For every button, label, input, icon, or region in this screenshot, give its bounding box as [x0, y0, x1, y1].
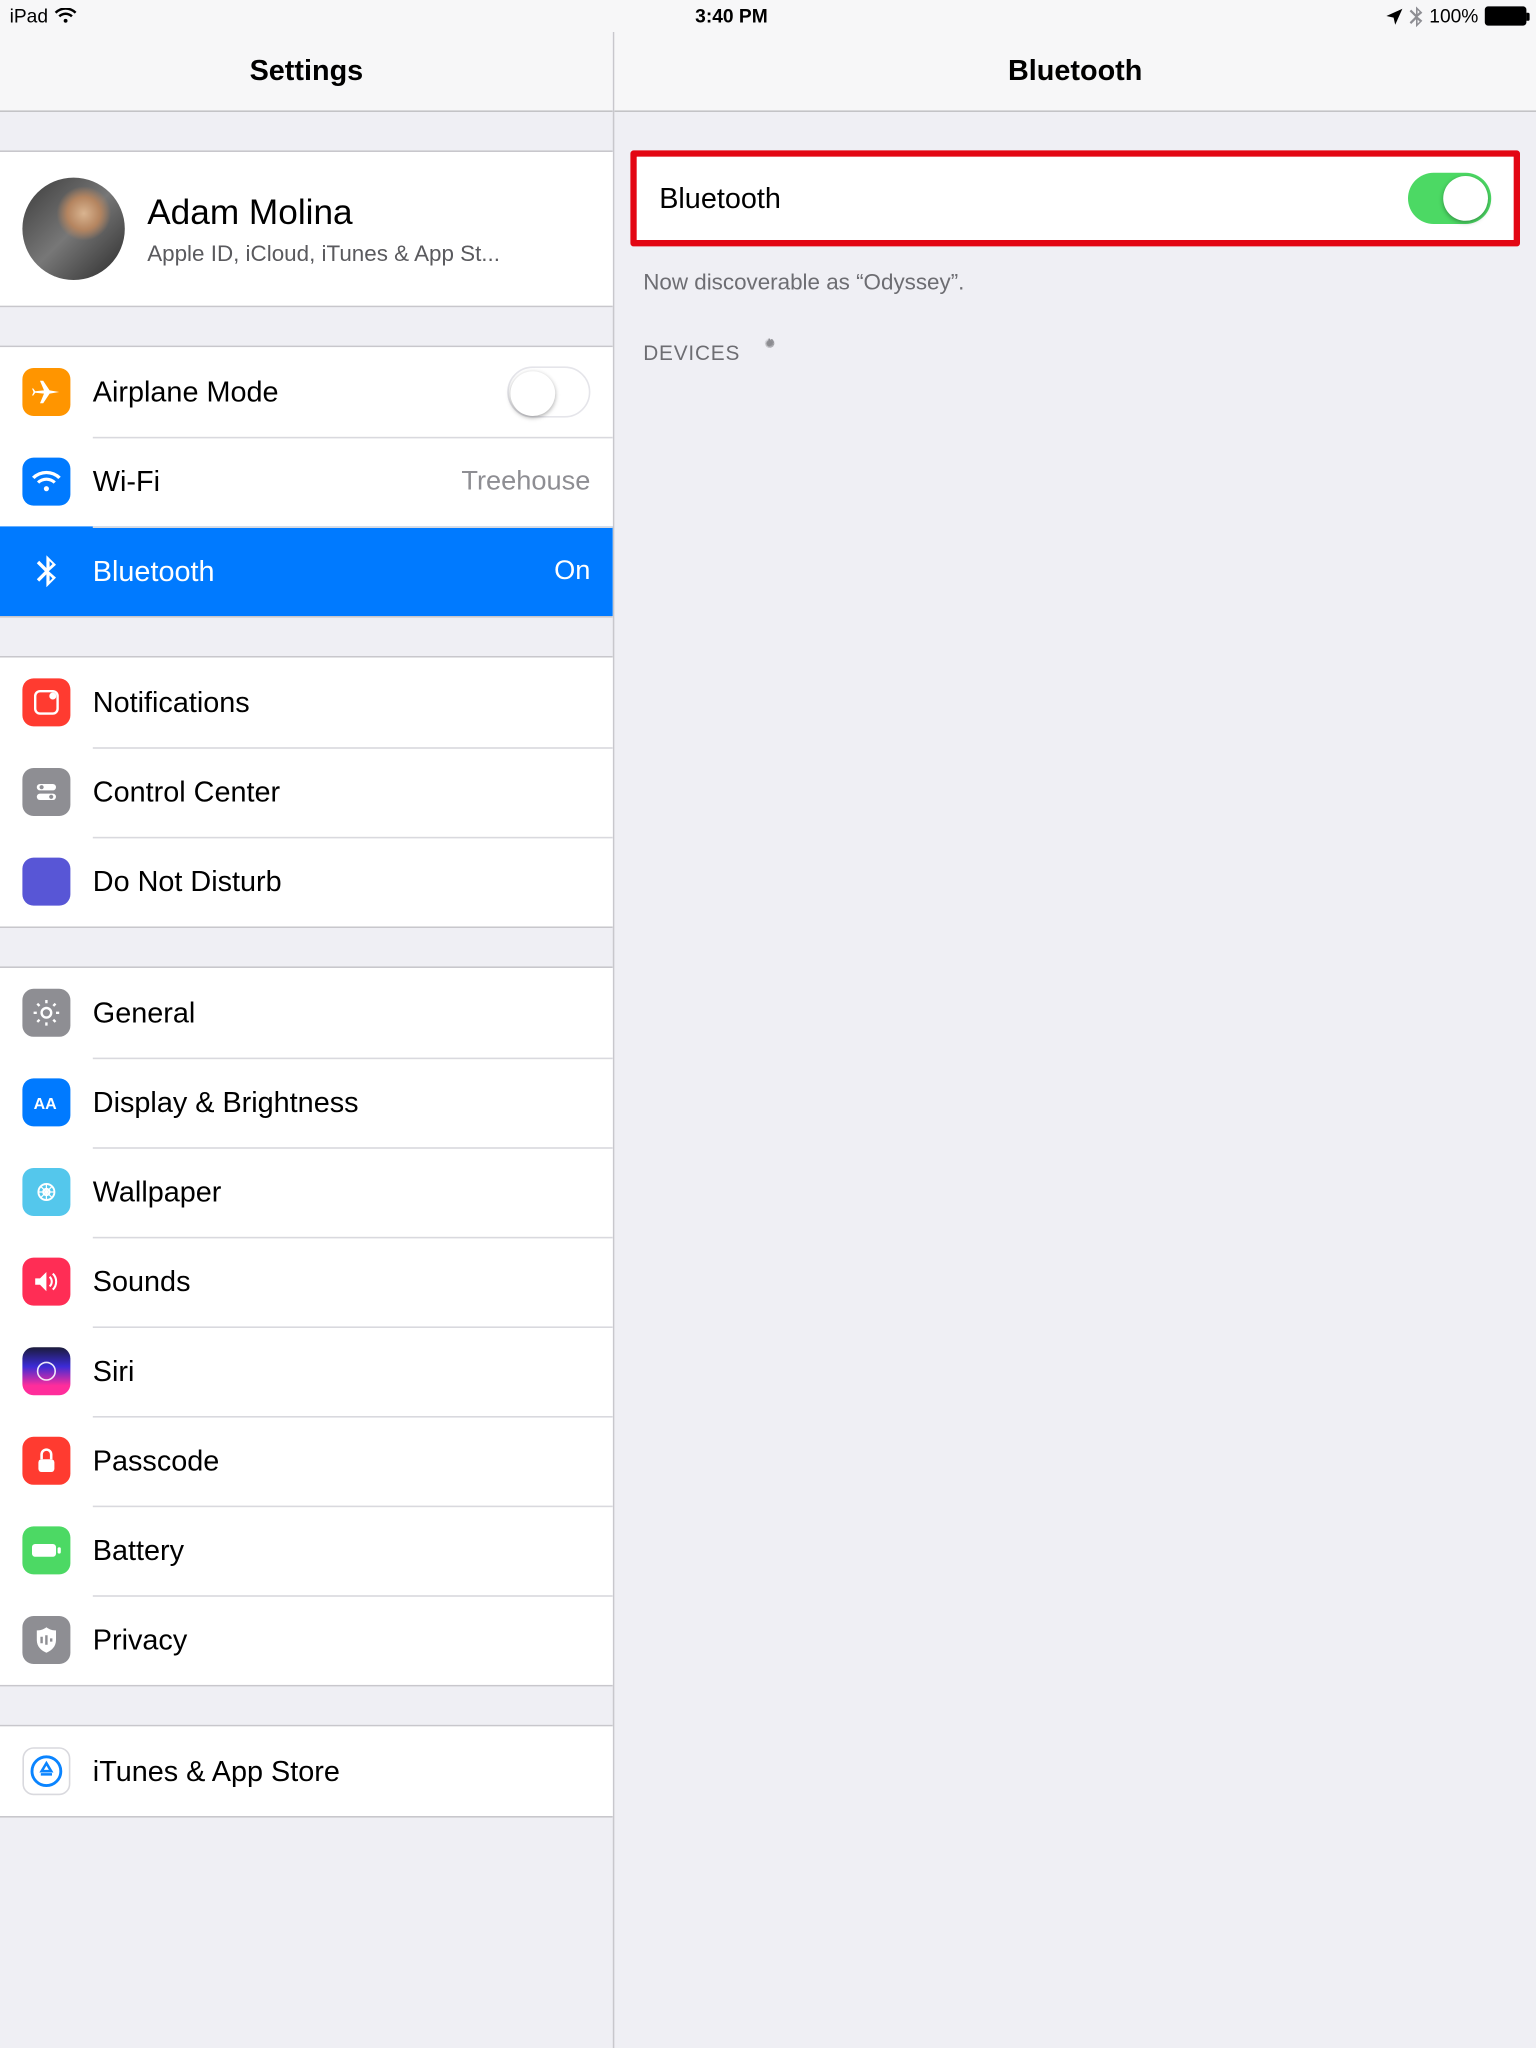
profile-row[interactable]: Adam Molina Apple ID, iCloud, iTunes & A… [0, 152, 613, 306]
discoverable-note: Now discoverable as “Odyssey”. [614, 256, 1536, 294]
airplane-icon [22, 368, 70, 416]
wallpaper-icon [22, 1168, 70, 1216]
control-center-label: Control Center [93, 775, 591, 809]
battery-row[interactable]: Battery [0, 1506, 613, 1596]
devices-header: DEVICES [614, 294, 1536, 374]
siri-row[interactable]: Siri [0, 1326, 613, 1416]
status-bar: iPad 3:40 PM 100% [0, 0, 1536, 32]
notifications-icon [22, 678, 70, 726]
profile-subtitle: Apple ID, iCloud, iTunes & App St... [147, 240, 500, 266]
battery-label: Battery [93, 1534, 591, 1568]
siri-icon [22, 1347, 70, 1395]
wifi-icon [54, 8, 76, 24]
siri-label: Siri [93, 1354, 591, 1388]
location-icon [1386, 7, 1404, 25]
passcode-row[interactable]: Passcode [0, 1416, 613, 1506]
general-label: General [93, 996, 591, 1030]
bluetooth-toggle-label: Bluetooth [659, 182, 1408, 216]
general-row[interactable]: General [0, 968, 613, 1058]
display-row[interactable]: AA Display & Brightness [0, 1058, 613, 1148]
bluetooth-toggle-highlight: Bluetooth [630, 150, 1520, 246]
wifi-value: Treehouse [461, 466, 590, 498]
bluetooth-icon [22, 547, 70, 595]
settings-sidebar[interactable]: Settings Adam Molina Apple ID, iCloud, i… [0, 32, 614, 2048]
wifi-settings-icon [22, 458, 70, 506]
device-label: iPad [10, 5, 48, 27]
wifi-label: Wi-Fi [93, 465, 449, 499]
airplane-toggle[interactable] [507, 366, 590, 417]
itunes-label: iTunes & App Store [93, 1754, 591, 1788]
display-label: Display & Brightness [93, 1086, 591, 1120]
bluetooth-label: Bluetooth [93, 554, 542, 588]
dnd-row[interactable]: Do Not Disturb [0, 837, 613, 927]
airplane-label: Airplane Mode [93, 375, 507, 409]
privacy-row[interactable]: Privacy [0, 1595, 613, 1685]
bluetooth-toggle[interactable] [1408, 173, 1491, 224]
sounds-label: Sounds [93, 1265, 591, 1299]
privacy-label: Privacy [93, 1623, 591, 1657]
clock: 3:40 PM [695, 5, 768, 27]
notifications-row[interactable]: Notifications [0, 658, 613, 748]
settings-header: Settings [0, 32, 613, 112]
battery-percent: 100% [1429, 5, 1478, 27]
bluetooth-row[interactable]: Bluetooth On [0, 526, 613, 616]
bluetooth-status-icon [1410, 6, 1423, 27]
detail-header: Bluetooth [614, 32, 1536, 112]
moon-icon [22, 858, 70, 906]
profile-name: Adam Molina [147, 192, 500, 234]
avatar [22, 178, 124, 280]
devices-header-text: DEVICES [643, 340, 740, 364]
privacy-icon [22, 1616, 70, 1664]
sounds-row[interactable]: Sounds [0, 1237, 613, 1327]
passcode-label: Passcode [93, 1444, 591, 1478]
dnd-label: Do Not Disturb [93, 865, 591, 899]
battery-icon [1485, 6, 1527, 25]
appstore-icon [22, 1747, 70, 1795]
gear-icon [22, 989, 70, 1037]
bluetooth-toggle-row[interactable]: Bluetooth [637, 157, 1514, 240]
lock-icon [22, 1437, 70, 1485]
itunes-row[interactable]: iTunes & App Store [0, 1726, 613, 1816]
wallpaper-row[interactable]: Wallpaper [0, 1147, 613, 1237]
airplane-mode-row[interactable]: Airplane Mode [0, 347, 613, 437]
sounds-icon [22, 1258, 70, 1306]
control-center-row[interactable]: Control Center [0, 747, 613, 837]
bluetooth-detail-pane: Bluetooth Bluetooth Now discoverable as … [614, 32, 1536, 2048]
notifications-label: Notifications [93, 686, 591, 720]
battery-settings-icon [22, 1526, 70, 1574]
wifi-row[interactable]: Wi-Fi Treehouse [0, 437, 613, 527]
control-center-icon [22, 768, 70, 816]
bluetooth-value: On [554, 555, 590, 587]
display-icon: AA [22, 1078, 70, 1126]
svg-text:AA: AA [34, 1096, 58, 1112]
wallpaper-label: Wallpaper [93, 1175, 591, 1209]
spinner-icon [756, 339, 782, 365]
